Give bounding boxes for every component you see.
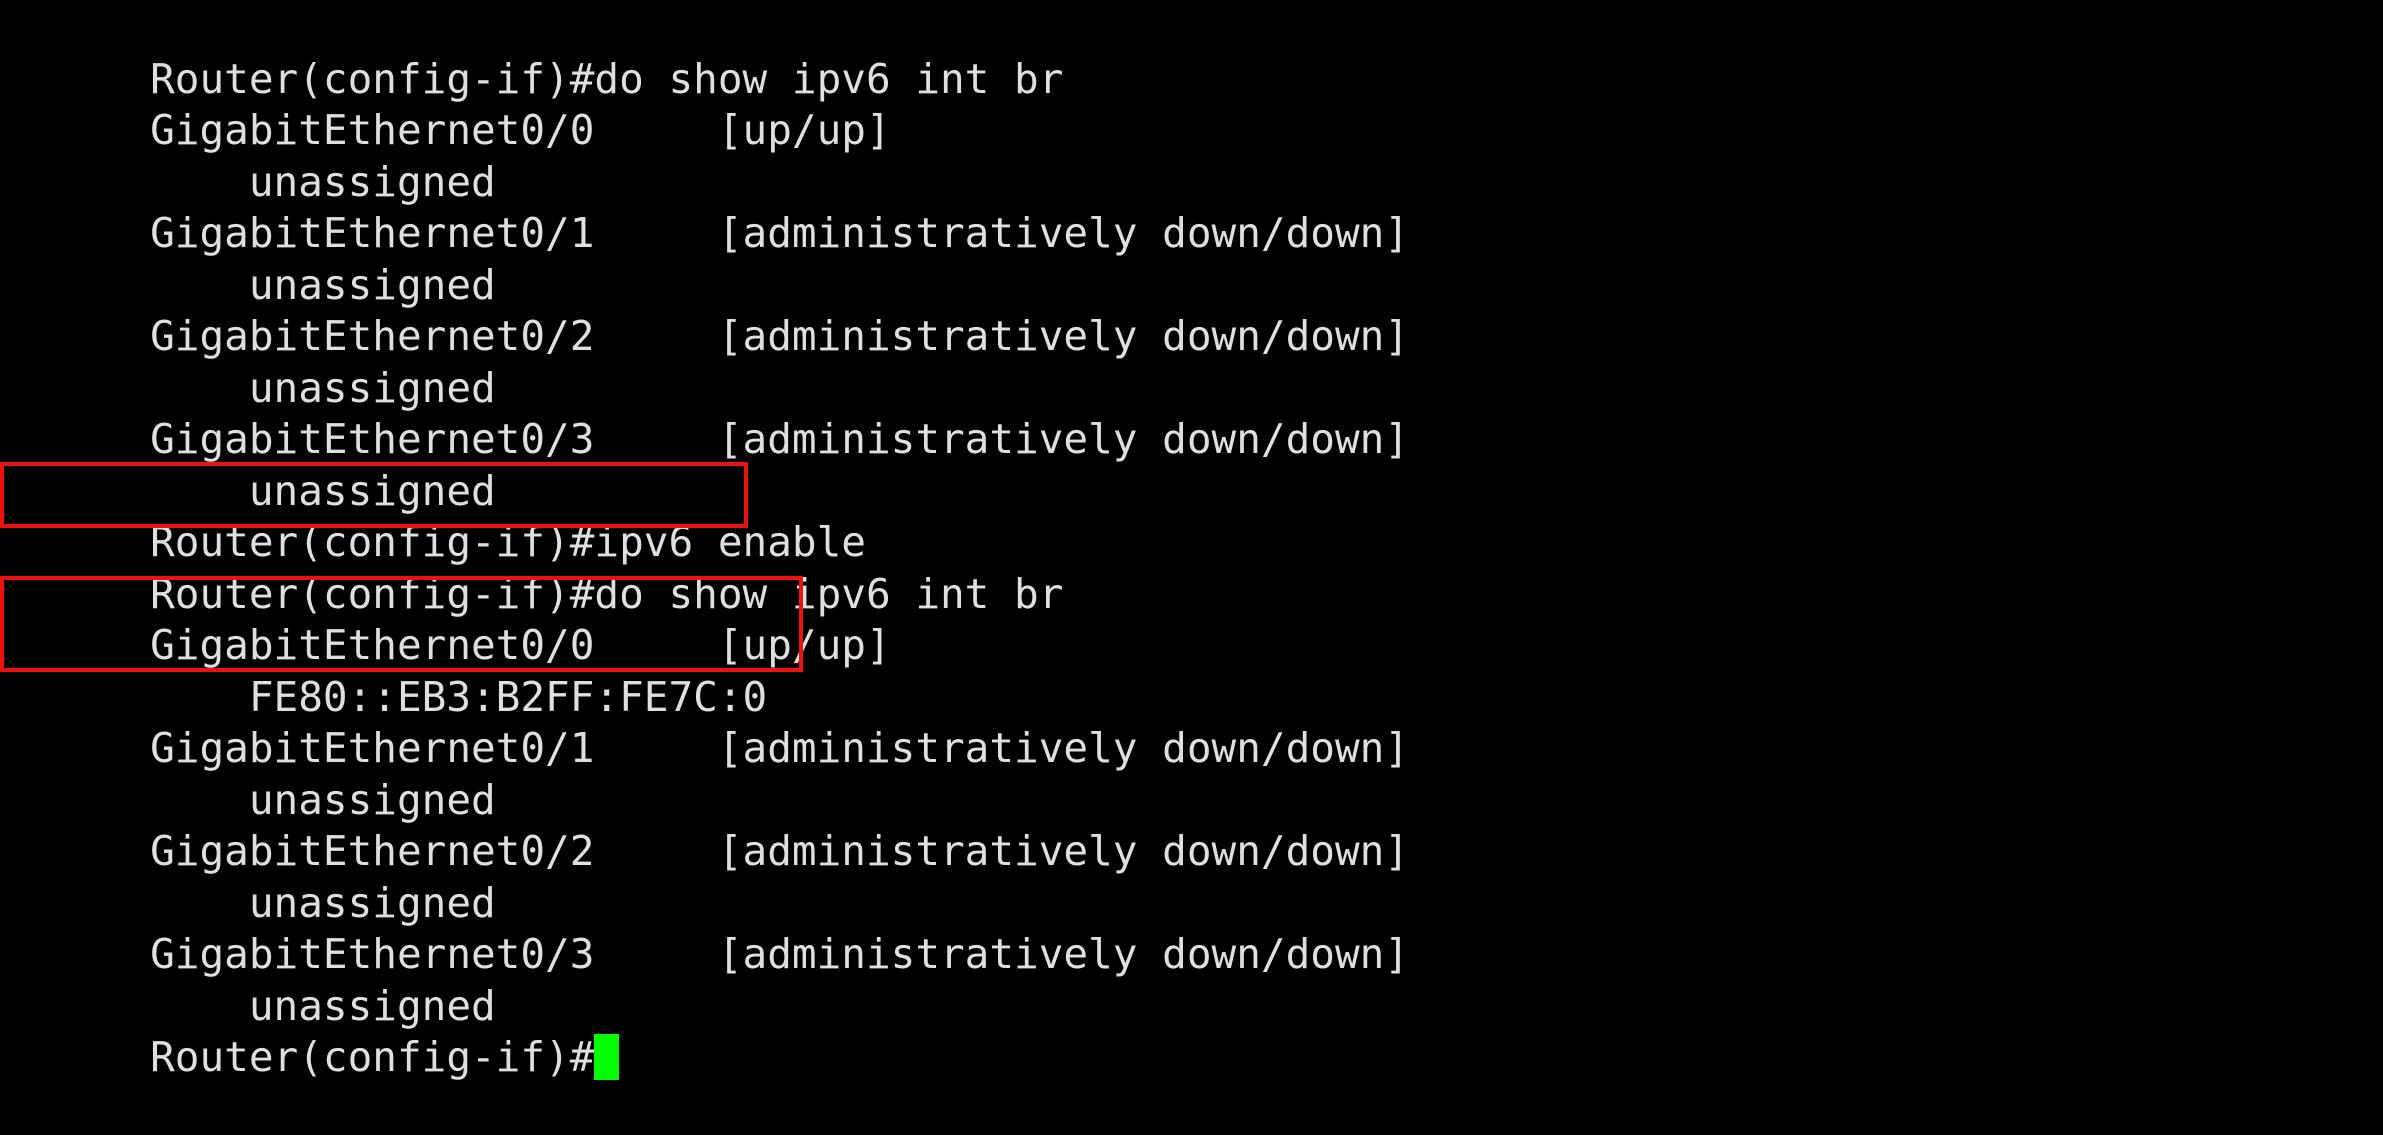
terminal-line-output: GigabitEthernet0/3 [administratively dow…: [2, 363, 2383, 463]
terminal-line-output: GigabitEthernet0/2 [administratively dow…: [2, 775, 2383, 875]
terminal-line-output: unassigned: [2, 826, 2383, 927]
text-cursor: [594, 1034, 620, 1080]
terminal-line-command: Router(config-if)#do show ipv6 int br: [2, 517, 2383, 618]
terminal-line-output-gig00: GigabitEthernet0/0 [up/up]: [2, 569, 2383, 669]
terminal-line-output: unassigned: [2, 929, 2383, 1030]
terminal-line-output: unassigned: [2, 723, 2383, 824]
terminal-line-output: unassigned: [2, 414, 2383, 515]
terminal-line-command: Router(config-if)#do show ipv6 int br: [2, 2, 2383, 103]
terminal-line-output: GigabitEthernet0/1 [administratively dow…: [2, 672, 2383, 772]
terminal-line-output: unassigned: [2, 311, 2383, 412]
terminal-line-command-ipv6-enable: Router(config-if)#ipv6 enable: [2, 466, 2383, 566]
terminal-line-output-linklocal: FE80::EB3:B2FF:FE7C:0: [2, 620, 2383, 721]
terminal-window[interactable]: Router(config-if)#do show ipv6 int br Gi…: [0, 0, 2383, 1082]
terminal-line-output: GigabitEthernet0/0 [up/up]: [2, 54, 2383, 154]
terminal-line-output: unassigned: [2, 208, 2383, 309]
terminal-line-output: unassigned: [2, 105, 2383, 206]
terminal-line-output: GigabitEthernet0/2 [administratively dow…: [2, 260, 2383, 360]
terminal-line-prompt[interactable]: Router(config-if)#: [2, 981, 2383, 1081]
terminal-screen[interactable]: Router(config-if)#do show ipv6 int br Gi…: [0, 0, 2383, 1082]
terminal-line-output: GigabitEthernet0/3 [administratively dow…: [2, 878, 2383, 978]
terminal-line-output: GigabitEthernet0/1 [administratively dow…: [2, 157, 2383, 257]
terminal-prompt-text: Router(config-if)#: [150, 1033, 595, 1081]
